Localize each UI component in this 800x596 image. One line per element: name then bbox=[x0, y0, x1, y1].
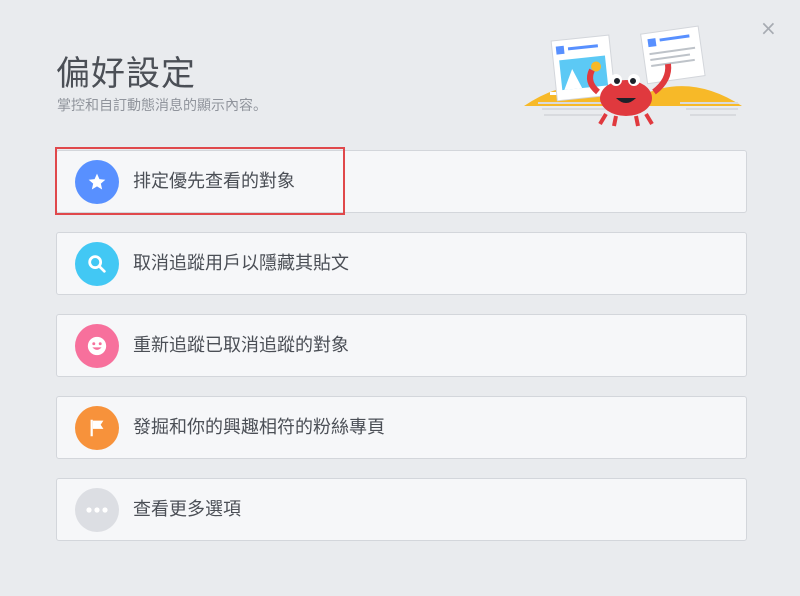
option-icon-circle bbox=[75, 160, 119, 204]
option-see-first[interactable]: 排定優先查看的對象 bbox=[55, 147, 747, 215]
option-more[interactable]: 查看更多選項 bbox=[56, 478, 747, 541]
option-icon-circle bbox=[75, 324, 119, 368]
option-refollow[interactable]: 重新追蹤已取消追蹤的對象 bbox=[56, 314, 747, 377]
option-label: 取消追蹤用戶以隱藏其貼文 bbox=[133, 253, 349, 274]
option-discover-pages[interactable]: 發掘和你的興趣相符的粉絲專頁 bbox=[56, 396, 747, 459]
option-label: 排定優先查看的對象 bbox=[133, 171, 295, 192]
option-icon-circle bbox=[75, 406, 119, 450]
close-button[interactable]: × bbox=[760, 18, 777, 38]
option-unfollow[interactable]: 取消追蹤用戶以隱藏其貼文 bbox=[56, 232, 747, 295]
option-label: 重新追蹤已取消追蹤的對象 bbox=[133, 335, 349, 356]
flag-icon bbox=[90, 419, 104, 437]
search-icon bbox=[88, 255, 106, 273]
smiley-icon bbox=[87, 336, 107, 356]
star-icon bbox=[88, 173, 106, 190]
option-icon-circle bbox=[75, 242, 119, 286]
more-icon bbox=[86, 507, 108, 513]
dialog-title: 偏好設定 bbox=[56, 54, 196, 94]
dialog-subtitle: 掌控和自訂動態消息的顯示內容。 bbox=[57, 98, 267, 114]
option-label: 發掘和你的興趣相符的粉絲專頁 bbox=[133, 417, 385, 438]
option-icon-circle bbox=[75, 488, 119, 532]
crab-illustration bbox=[524, 25, 742, 127]
preferences-dialog: × 偏好設定 掌控和自訂動態消息的顯示內容。 排定優先查看的對象 取消追蹤用戶以… bbox=[0, 0, 800, 596]
options-list: 排定優先查看的對象 取消追蹤用戶以隱藏其貼文 重新追蹤已取消追蹤的對象 發掘和你… bbox=[55, 147, 747, 560]
option-label: 查看更多選項 bbox=[133, 499, 241, 520]
